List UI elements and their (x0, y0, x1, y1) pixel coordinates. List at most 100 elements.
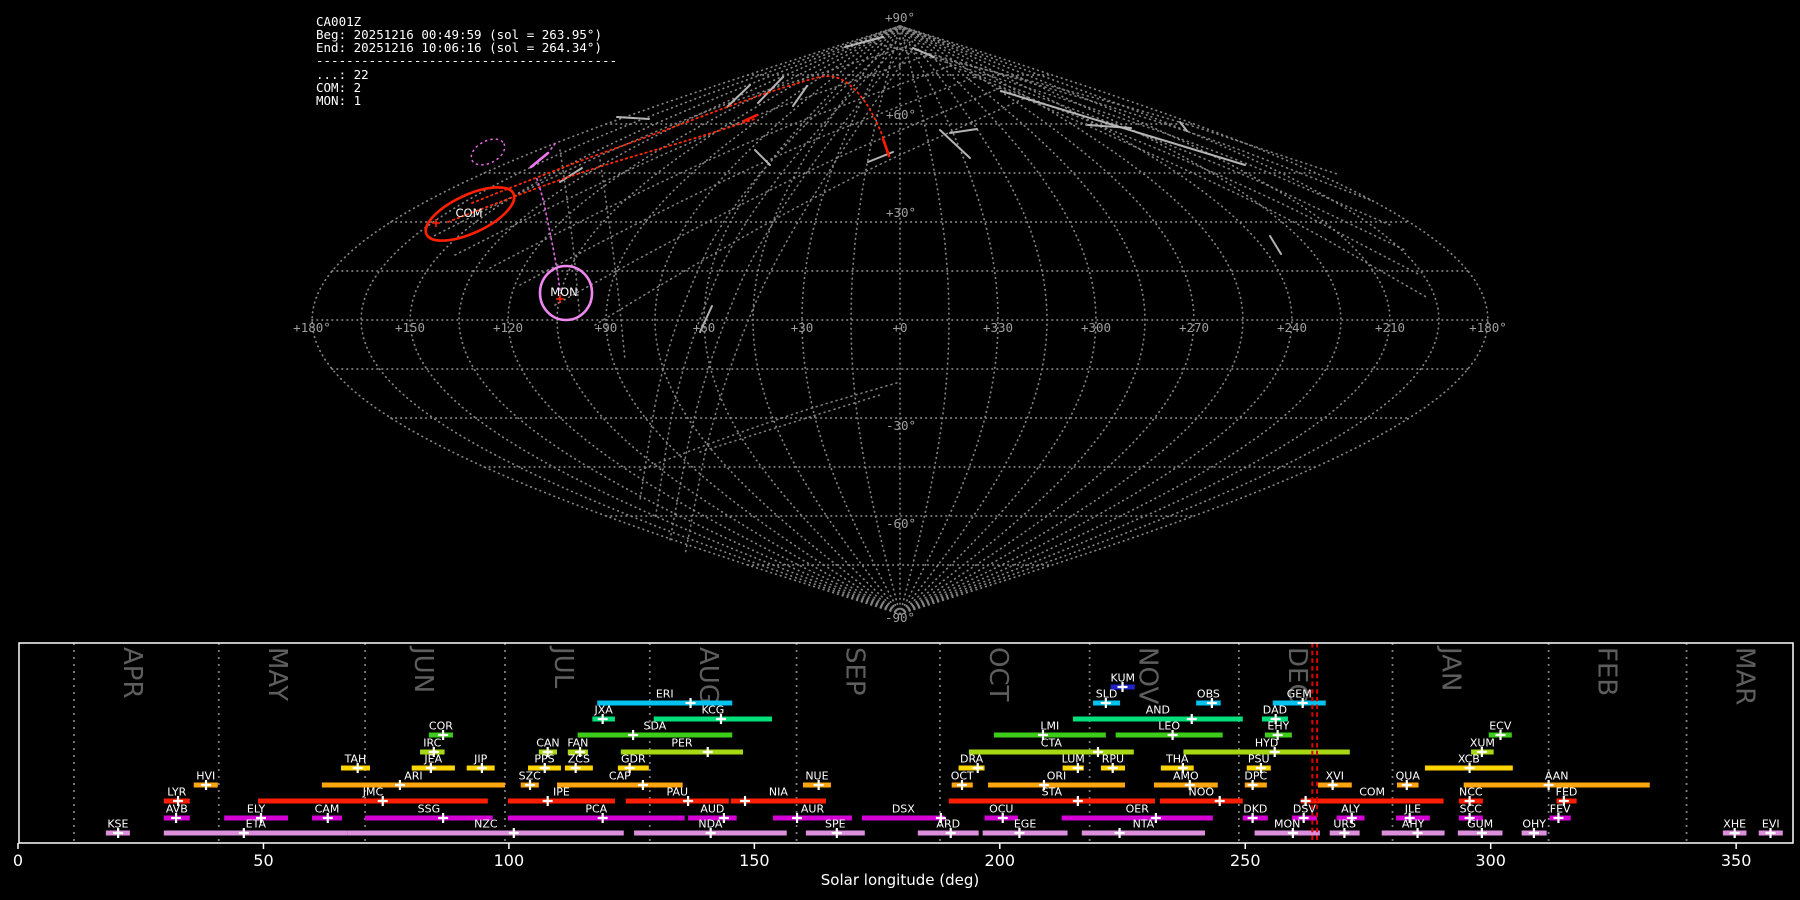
radiant-cross-com (432, 219, 440, 227)
shower-bar (982, 830, 1068, 836)
com-meteor-segment (881, 137, 891, 158)
sporadic-trail-dotted (999, 87, 1429, 299)
shower-label: NUE (805, 770, 828, 783)
session-info-panel: CA001Z Beg: 20251216 00:49:59 (sol = 263… (316, 15, 617, 107)
shower-bar (347, 830, 624, 836)
longitude-label: +240 (1277, 320, 1307, 335)
axis-tick-label: 150 (739, 851, 770, 870)
shower-peak-marker (542, 796, 553, 806)
longitude-label: +150 (395, 320, 425, 335)
shower-label: JEA (423, 753, 442, 766)
month-label: FEB (1592, 647, 1622, 696)
shower-label: PCA (585, 803, 607, 816)
shower-peak-marker (1114, 828, 1125, 838)
month-label: JUL (548, 645, 578, 689)
shower-label: XVI (1326, 770, 1344, 783)
month-label: JUN (408, 645, 438, 693)
shower-label: SSG (418, 803, 441, 816)
shower-label: IRC (423, 737, 441, 750)
shower-label: PER (671, 737, 693, 750)
sporadic-trail-dotted (654, 39, 906, 521)
shower-label: AUR (801, 803, 825, 816)
longitude-label: +180° (293, 320, 331, 335)
latitude-label: -60° (886, 516, 916, 531)
month-label: APR (117, 647, 147, 699)
shower-label: JLE (1404, 803, 1421, 816)
axis-tick-label: 350 (1721, 851, 1752, 870)
axis-tick-label: 100 (494, 851, 525, 870)
shower-bar (653, 716, 773, 722)
shower-peak-marker (1186, 714, 1197, 724)
sporadic-trail-dotted (859, 39, 1341, 176)
sporadic-trail-dotted (974, 76, 1421, 276)
shower-label: FEV (1550, 803, 1571, 816)
longitude-label: +0 (892, 320, 907, 335)
sporadic-trail-dotted (669, 41, 911, 541)
longitude-label: +60 (693, 320, 716, 335)
x-axis-title: Solar longitude (deg) (821, 871, 979, 889)
shower-label: JMC (362, 786, 384, 799)
shower-label: LEO (1158, 720, 1180, 733)
shower-label: ERI (656, 688, 674, 701)
shower-bar (577, 732, 733, 738)
shower-label: EGE (1014, 818, 1036, 831)
sporadic-meteor-segment (792, 85, 808, 107)
shower-label: FAN (567, 737, 588, 750)
mon-meteor-segment (529, 151, 550, 169)
shower-label: AMO (1173, 770, 1199, 783)
shower-label: FED (1556, 786, 1578, 799)
longitude-label: +330 (983, 320, 1013, 335)
sporadic-meteor-segment (757, 76, 784, 104)
sporadic-meteor-segment (1269, 235, 1282, 255)
shower-label: CTA (1041, 737, 1063, 750)
longitude-label: +300 (1081, 320, 1111, 335)
radiant-com: COM (424, 186, 516, 242)
shower-label: ZCS (568, 753, 590, 766)
shower-label: DKD (1243, 803, 1267, 816)
radiant-label-com: COM (455, 206, 482, 220)
shower-label: PSU (1248, 753, 1270, 766)
shower-label: PAU (667, 786, 689, 799)
shower-peak-marker (1072, 796, 1083, 806)
longitude-label: +270 (1179, 320, 1209, 335)
month-label: NOV (1133, 647, 1163, 704)
shower-label: JIP (473, 753, 487, 766)
shower-label: GDR (621, 753, 646, 766)
shower-peak-marker (637, 780, 648, 790)
axis-tick-label: 50 (253, 851, 273, 870)
com-meteor-segment (742, 113, 759, 123)
shower-label: GUM (1467, 818, 1493, 831)
shower-label: COM (1359, 786, 1385, 799)
month-label: JAN (1436, 645, 1466, 691)
shower-bar (948, 798, 1155, 804)
shower-peak-marker (702, 747, 713, 757)
sporadic-meteor-segment (949, 128, 978, 134)
shower-label: ORI (1047, 770, 1067, 783)
mon-meteor-trail-dotted (550, 140, 558, 150)
shower-label: SDA (644, 720, 667, 733)
shower-label: CAP (609, 770, 631, 783)
axis-tick-label: 200 (985, 851, 1016, 870)
shower-label: NTA (1133, 818, 1155, 831)
longitude-label: +90 (595, 320, 618, 335)
shower-label: TAH (344, 753, 367, 766)
shower-label: IPE (553, 786, 570, 799)
shower-bar (321, 782, 505, 788)
shower-label: OBS (1197, 688, 1220, 701)
shower-bar (1254, 830, 1320, 836)
shower-label: QUA (1396, 770, 1421, 783)
radiant-label-mon: MON (550, 285, 578, 299)
shower-bar (1081, 830, 1205, 836)
sporadic-trail-dotted (639, 37, 901, 501)
shower-label: NCC (1459, 786, 1483, 799)
shower-label: DRA (960, 753, 984, 766)
axis-tick-label: 300 (1475, 851, 1506, 870)
shower-bar (1300, 798, 1444, 804)
shower-bar (557, 782, 683, 788)
shower-bars: KUMERI SLD OBS GEMJXA KCG AND DADCOR SDA LMI LEO E… (105, 672, 1783, 838)
shower-bar (1159, 798, 1243, 804)
shower-label: ARI (404, 770, 422, 783)
shower-label: SPE (825, 818, 846, 831)
shower-label: ETA (246, 818, 267, 831)
shower-bar (163, 830, 348, 836)
